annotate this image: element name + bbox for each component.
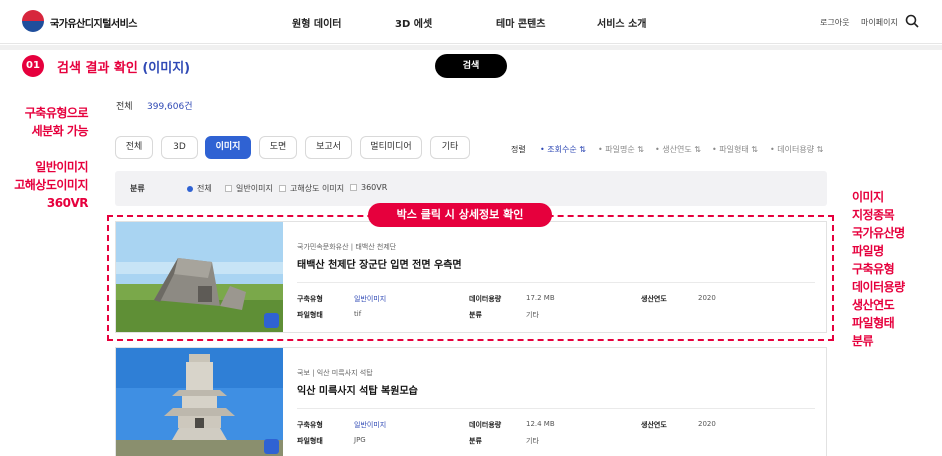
tab-image[interactable]: 이미지 <box>205 136 251 159</box>
tab-3d[interactable]: 3D <box>161 136 198 159</box>
filter-option-all[interactable]: 전체 <box>187 183 212 194</box>
card-divider <box>297 408 815 409</box>
sort-filename[interactable]: • 파일명순 ⇅ <box>598 144 644 155</box>
annotation-field: 이미지 <box>852 190 884 204</box>
sort-label: 정렬 <box>511 145 526 154</box>
sort-datasize[interactable]: • 데이터용량 ⇅ <box>770 144 823 155</box>
stone-pagoda-image <box>116 348 283 456</box>
tab-etc[interactable]: 기타 <box>430 136 470 159</box>
annotation-field: 국가유산명 <box>852 226 905 240</box>
annotation-fields: 이미지 지정종목 국가유산명 파일명 구축유형 데이터용량 생산연도 파일형태 … <box>852 188 905 350</box>
field-label-file-type: 파일형태 <box>297 437 323 445</box>
tab-multimedia[interactable]: 멀티미디어 <box>360 136 422 159</box>
mypage-link[interactable]: 마이페이지 <box>861 17 898 28</box>
annotation-field: 데이터용량 <box>852 280 905 294</box>
sort-filename-label: 파일명순 <box>605 145 635 154</box>
result-thumbnail[interactable] <box>116 348 283 456</box>
sort-views-label: 조회수순 <box>547 145 577 154</box>
nav-service-intro[interactable]: 서비스 소개 <box>597 15 646 30</box>
step-number-badge: 01 <box>22 55 44 77</box>
sort-filetype-label: 파일형태 <box>719 145 749 154</box>
sort-views[interactable]: • 조회수순 ⇅ <box>540 144 586 155</box>
breadcrumb-designation: 국보 <box>297 369 310 377</box>
filter-box: 분류 전체 일반이미지 고해상도 이미지 360VR <box>115 171 827 206</box>
field-label-year: 생산연도 <box>641 421 667 429</box>
field-value-file-type: JPG <box>354 436 366 444</box>
checkbox-icon <box>279 185 286 192</box>
annotation-field: 분류 <box>852 334 874 348</box>
tab-report[interactable]: 보고서 <box>305 136 352 159</box>
checkbox-icon <box>350 184 357 191</box>
annotation-line: 고해상도이미지 <box>14 178 88 192</box>
tab-drawing[interactable]: 도면 <box>259 136 297 159</box>
sort-year-label: 생산연도 <box>662 145 692 154</box>
result-title[interactable]: 익산 미륵사지 석탑 복원모습 <box>297 382 418 397</box>
site-header: 국가유산디지털서비스 원형 데이터 3D 에셋 테마 콘텐츠 서비스 소개 로그… <box>0 0 942 44</box>
field-value-year: 2020 <box>698 420 716 428</box>
annotation-line: 일반이미지 <box>35 160 88 174</box>
field-label-build-type: 구축유형 <box>297 421 323 429</box>
filter-option-label: 360VR <box>361 183 388 192</box>
total-count: 399,606건 <box>147 102 193 112</box>
nav-3d-asset[interactable]: 3D 에셋 <box>395 15 432 30</box>
nav-theme-contents[interactable]: 테마 콘텐츠 <box>496 15 545 30</box>
camera-icon[interactable] <box>264 439 279 454</box>
radio-selected-icon <box>187 185 193 192</box>
detail-callout: 박스 클릭 시 상세정보 확인 <box>368 203 552 227</box>
highlight-dashed-box <box>107 215 834 341</box>
step-title: 검색 결과 확인 (이미지) <box>57 57 190 76</box>
filter-option-360vr[interactable]: 360VR <box>350 183 387 192</box>
filter-label: 분류 <box>130 184 145 193</box>
site-logo-text[interactable]: 국가유산디지털서비스 <box>50 15 138 30</box>
annotation-line: 세분화 가능 <box>31 124 89 138</box>
annotation-field: 파일형태 <box>852 316 895 330</box>
filter-option-label: 전체 <box>197 184 212 193</box>
annotation-field: 구축유형 <box>852 262 895 276</box>
breadcrumb-heritage: 익산 미륵사지 석탑 <box>316 369 373 377</box>
nav-original-data[interactable]: 원형 데이터 <box>292 15 341 30</box>
field-value-build-type: 일반이미지 <box>354 421 387 429</box>
header-divider <box>0 45 942 50</box>
search-icon[interactable] <box>905 14 919 28</box>
step-title-highlight: (이미지) <box>142 61 191 76</box>
filter-option-hires-image[interactable]: 고해상도 이미지 <box>279 183 344 194</box>
field-value-data-size: 12.4 MB <box>526 420 555 428</box>
search-button[interactable]: 검색 <box>435 54 507 78</box>
step-title-text: 검색 결과 확인 <box>57 61 138 76</box>
annotation-line: 구축유형으로 <box>24 106 89 120</box>
result-breadcrumb: 국보 | 익산 미륵사지 석탑 <box>297 369 373 377</box>
annotation-image-types: 일반이미지 고해상도이미지 360VR <box>0 158 88 212</box>
annotation-field: 지정종목 <box>852 208 895 222</box>
filter-option-label: 일반이미지 <box>236 184 273 193</box>
annotation-build-type: 구축유형으로 세분화 가능 <box>14 104 89 140</box>
logout-link[interactable]: 로그아웃 <box>820 17 849 28</box>
annotation-line: 360VR <box>46 196 89 210</box>
sort-datasize-label: 데이터용량 <box>777 145 815 154</box>
field-label-data-size: 데이터용량 <box>469 421 502 429</box>
sort-filetype[interactable]: • 파일형태 ⇅ <box>712 144 758 155</box>
site-logo-icon[interactable] <box>22 10 44 32</box>
filter-option-general-image[interactable]: 일반이미지 <box>225 183 273 194</box>
checkbox-icon <box>225 185 232 192</box>
annotation-field: 생산연도 <box>852 298 895 312</box>
field-value-category: 기타 <box>526 437 539 445</box>
sort-year[interactable]: • 생산연도 ⇅ <box>655 144 701 155</box>
filter-option-label: 고해상도 이미지 <box>290 184 345 193</box>
total-label: 전체 <box>116 102 133 112</box>
field-label-category: 분류 <box>469 437 482 445</box>
result-card[interactable]: 국보 | 익산 미륵사지 석탑 익산 미륵사지 석탑 복원모습 구축유형 일반이… <box>115 347 827 456</box>
tab-all[interactable]: 전체 <box>115 136 153 159</box>
annotation-field: 파일명 <box>852 244 884 258</box>
